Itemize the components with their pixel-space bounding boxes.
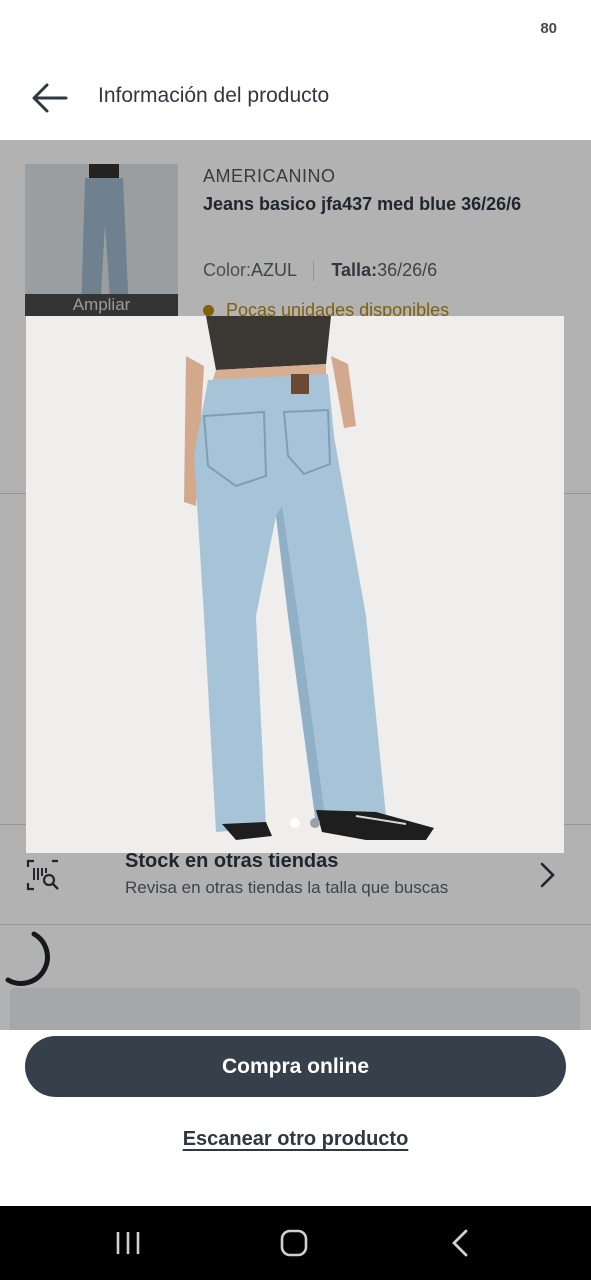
status-bar: 80 [0,0,591,58]
page-title: Información del producto [98,84,330,107]
product-image-viewer[interactable] [26,316,564,853]
buy-online-button[interactable]: Compra online [25,1036,566,1097]
arrow-left-icon[interactable] [30,80,70,116]
system-navigation-bar [0,1206,591,1280]
app-bar: Información del producto [0,58,591,140]
page-indicator-dot [290,818,300,828]
recent-apps-icon[interactable] [108,1226,148,1260]
home-icon[interactable] [274,1226,314,1260]
bottom-actions: Compra online Escanear otro producto [0,1030,591,1206]
battery-level: 80 [540,20,557,37]
scan-again-link[interactable]: Escanear otro producto [183,1128,409,1150]
page-indicator-dot [310,818,320,828]
jeans-product-photo [26,316,564,853]
scan-again-link-wrapper: Escanear otro producto [0,1128,591,1151]
back-nav-icon[interactable] [440,1226,480,1260]
